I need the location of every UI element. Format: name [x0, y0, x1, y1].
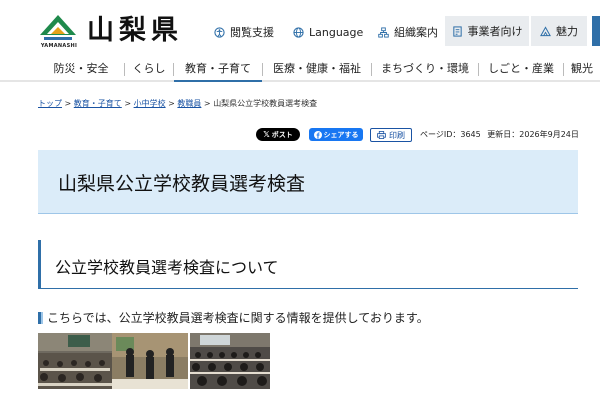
updated-date: 更新日：2026年9月24日	[487, 130, 579, 139]
breadcrumb: トップ > 教育・子育て > 小中学校 > 教職員 > 山梨県公立学校教員選考検…	[38, 98, 317, 109]
gnav-item-tourism[interactable]: 観光	[571, 58, 600, 80]
gnav-divider	[563, 63, 564, 76]
facebook-share-button[interactable]: シェアする	[309, 128, 363, 141]
organization-icon	[378, 26, 389, 38]
organization-link[interactable]: 組織案内	[378, 18, 438, 46]
facebook-share-label: シェアする	[323, 130, 359, 139]
globe-icon	[293, 26, 304, 38]
interview-photo	[112, 333, 188, 389]
page-title: 山梨県公立学校教員選考検査	[58, 173, 306, 195]
gnav-item-environment[interactable]: まちづくり・環境	[372, 58, 478, 80]
paragraph-marker-icon	[38, 311, 41, 324]
organization-label: 組織案内	[394, 26, 438, 39]
print-label: 印刷	[389, 130, 405, 140]
breadcrumb-link-top[interactable]: トップ	[38, 99, 62, 108]
language-link[interactable]: Language	[293, 18, 363, 46]
x-logo-icon: 𝕏	[263, 130, 270, 139]
breadcrumb-separator: >	[121, 99, 134, 108]
site-name[interactable]: 山梨県	[87, 13, 183, 49]
language-label: Language	[309, 25, 364, 39]
breadcrumb-link-education[interactable]: 教育・子育て	[74, 99, 122, 108]
accessibility-icon	[214, 26, 225, 38]
menu-button-edge[interactable]	[592, 16, 600, 46]
business-icon	[452, 25, 462, 37]
breadcrumb-current: 山梨県公立学校教員選考検査	[213, 99, 318, 108]
breadcrumb-separator: >	[62, 99, 74, 108]
gnav-item-health[interactable]: 医療・健康・福祉	[263, 58, 371, 80]
global-nav: 防災・安全 くらし 教育・子育て 医療・健康・福祉 まちづくり・環境 しごと・産…	[0, 58, 600, 82]
printer-icon	[377, 131, 386, 139]
logo-subtext: YAMANASHI	[40, 43, 78, 49]
gnav-item-education[interactable]: 教育・子育て	[174, 58, 262, 82]
attraction-icon	[540, 25, 551, 36]
gnav-item-disaster[interactable]: 防災・安全	[38, 58, 124, 80]
facebook-icon	[313, 130, 322, 139]
breadcrumb-separator: >	[201, 99, 214, 108]
gnav-item-work[interactable]: しごと・産業	[479, 58, 563, 80]
lecture-photo	[190, 333, 270, 389]
attraction-label: 魅力	[556, 25, 578, 38]
page-title-box: 山梨県公立学校教員選考検査	[38, 150, 578, 214]
page-id: ページID：3645	[420, 130, 481, 139]
business-label: 事業者向け	[467, 25, 523, 38]
breadcrumb-separator: >	[165, 99, 178, 108]
print-button[interactable]: 印刷	[370, 128, 412, 142]
accessibility-label: 閲覧支援	[230, 26, 274, 39]
site-header: YAMANASHI 山梨県 閲覧支援 Language 組織案内 事業者向け 魅…	[0, 0, 600, 58]
page-meta: ページID：3645 更新日：2026年9月24日	[420, 129, 579, 140]
business-button[interactable]: 事業者向け	[445, 16, 529, 46]
breadcrumb-link-staff[interactable]: 教職員	[177, 99, 201, 108]
intro-text: こちらでは、公立学校教員選考検査に関する情報を提供しております。	[47, 311, 429, 325]
x-post-button[interactable]: 𝕏 ポスト	[256, 128, 300, 141]
gnav-item-living[interactable]: くらし	[125, 58, 173, 80]
x-post-label: ポスト	[271, 130, 293, 139]
section-heading: 公立学校教員選考検査について	[55, 258, 279, 277]
exam-hall-photo	[38, 333, 112, 389]
attraction-button[interactable]: 魅力	[531, 16, 587, 46]
section-heading-box: 公立学校教員選考検査について	[38, 240, 578, 289]
accessibility-link[interactable]: 閲覧支援	[214, 18, 274, 46]
intro-paragraph: こちらでは、公立学校教員選考検査に関する情報を提供しております。	[38, 309, 429, 326]
breadcrumb-link-schools[interactable]: 小中学校	[134, 99, 166, 108]
